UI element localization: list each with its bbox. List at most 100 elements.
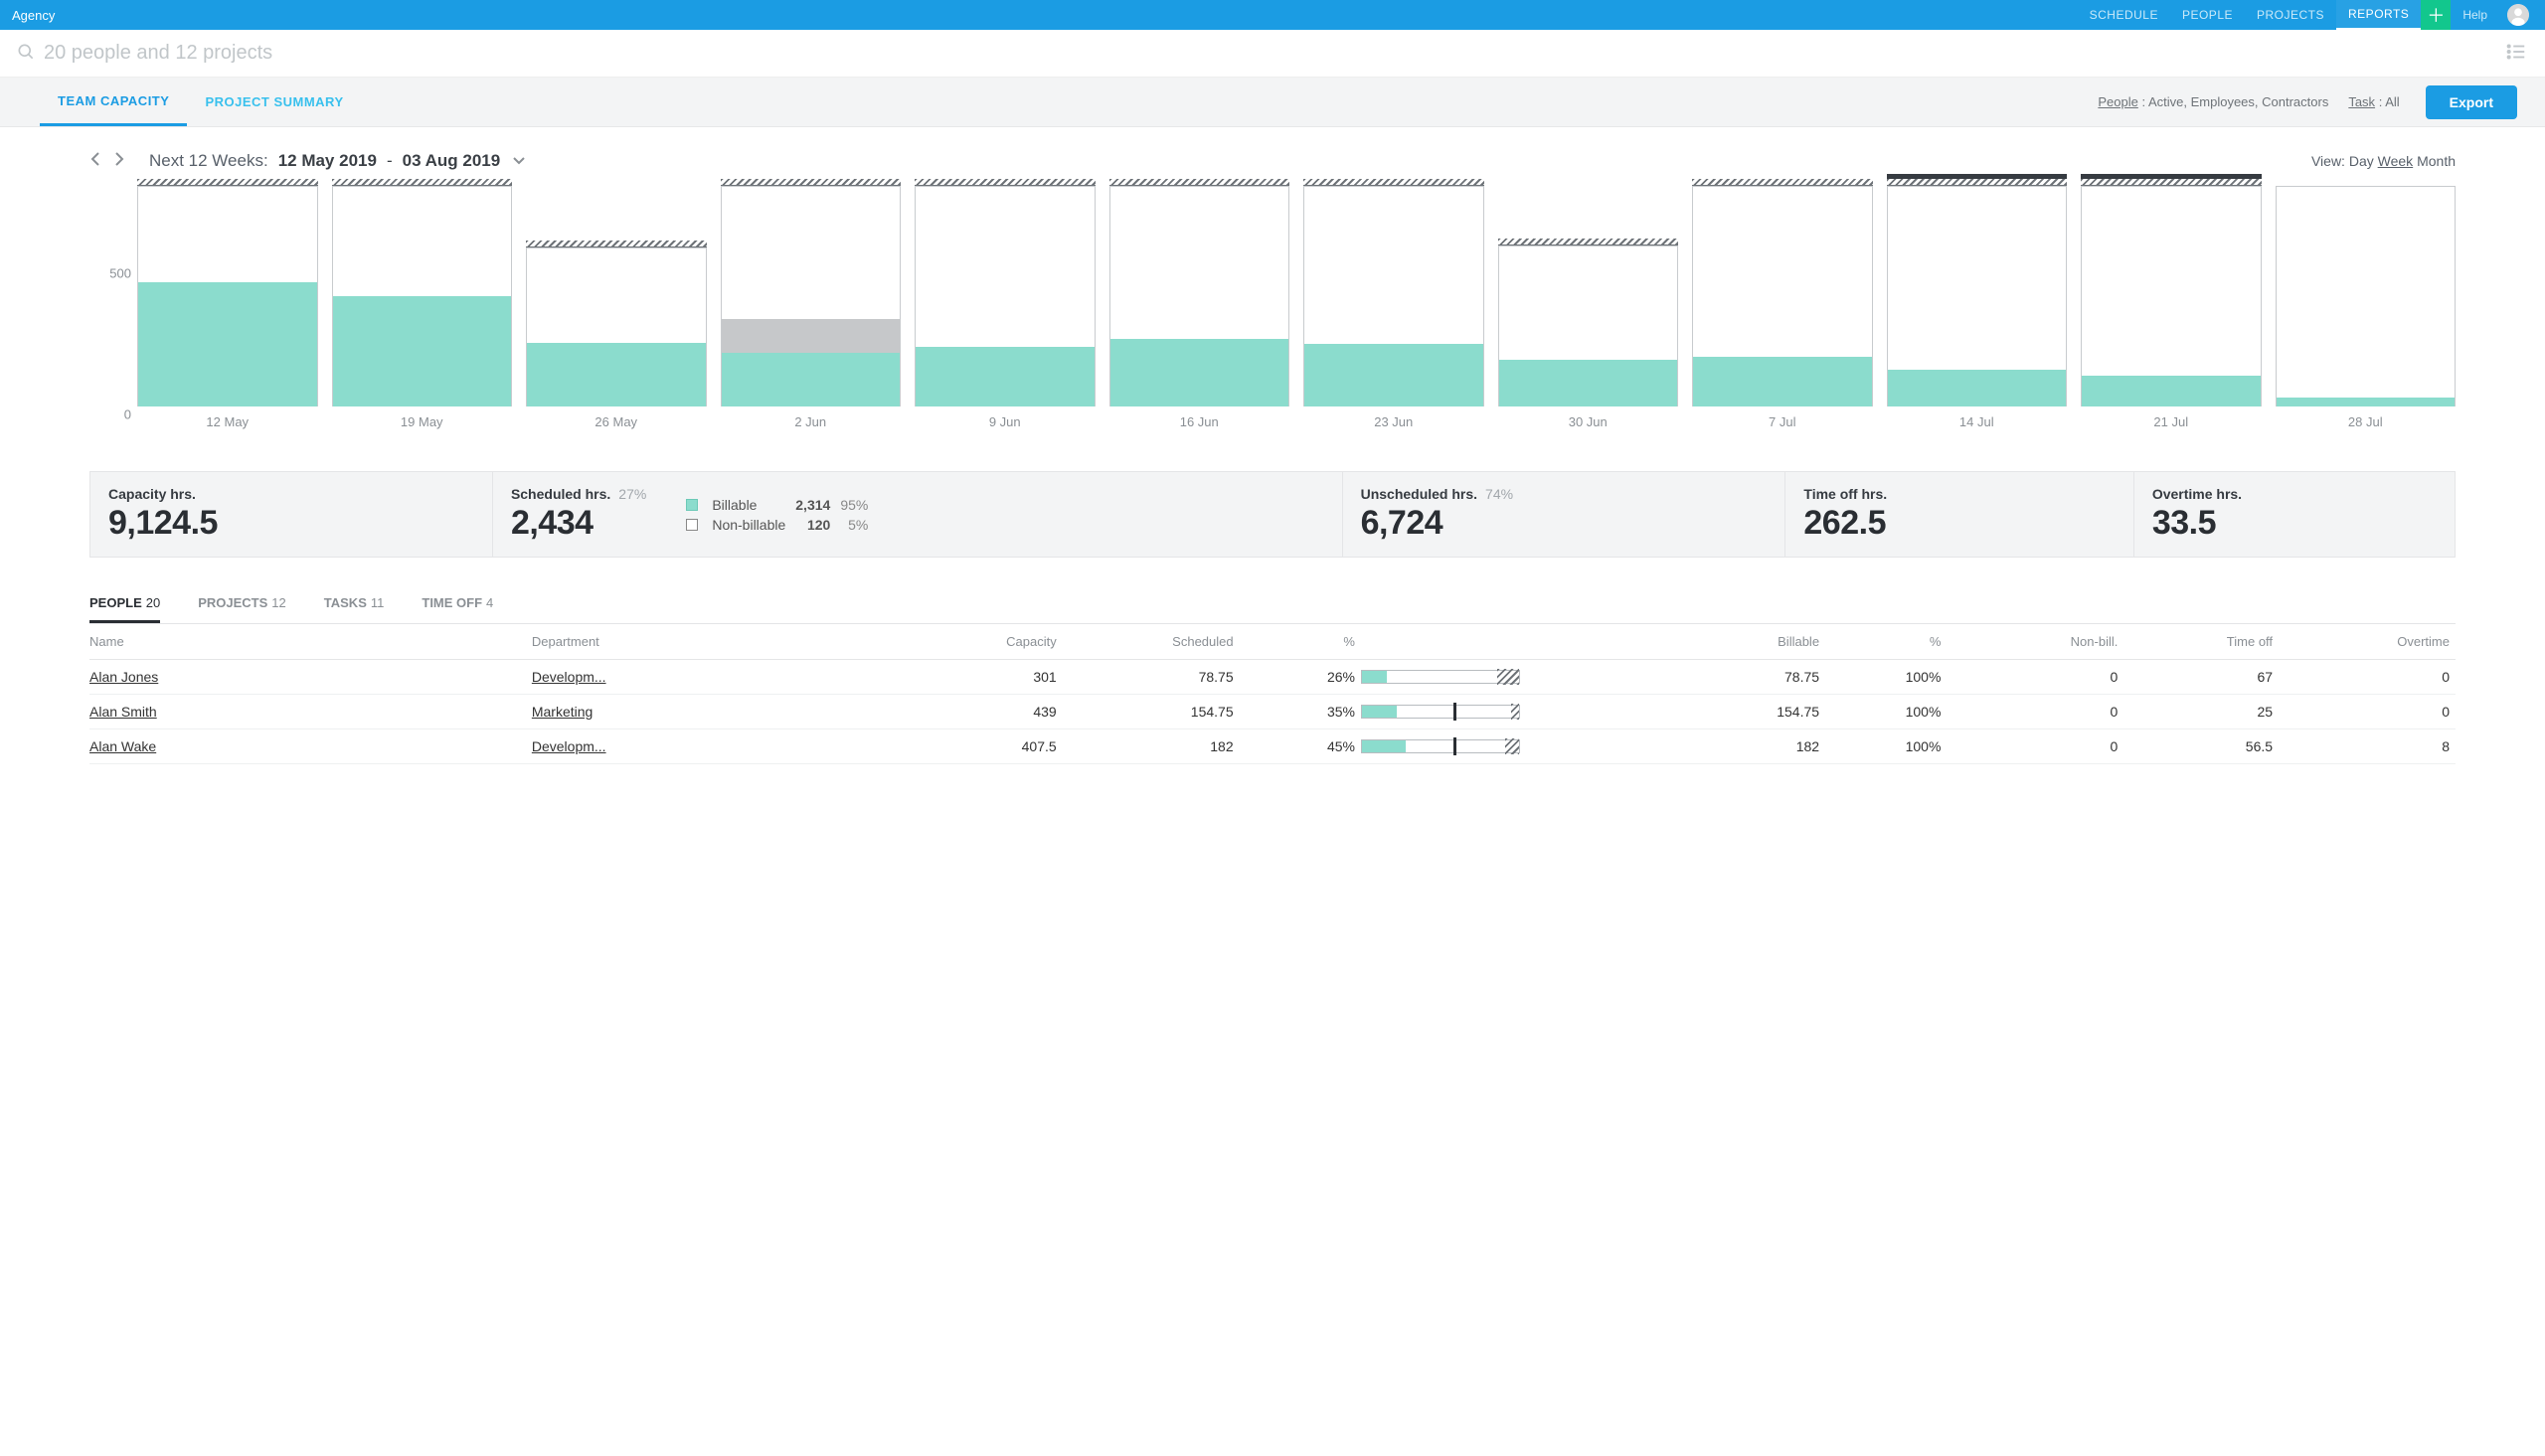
chart-bars: 12 May19 May26 May2 Jun9 Jun16 Jun23 Jun… <box>137 197 2456 449</box>
cell-capacity: 439 <box>886 704 1063 720</box>
filter-people-value: : Active, Employees, Contractors <box>2141 94 2328 109</box>
col-department: Department <box>532 634 886 649</box>
period-dropdown[interactable] <box>512 151 526 171</box>
legend-nonbillable-swatch <box>686 519 698 531</box>
chart-bar[interactable]: 21 Jul <box>2081 180 2262 429</box>
x-label: 19 May <box>332 414 513 429</box>
chart-y-axis: 0500 <box>89 197 137 429</box>
cell-scheduled: 182 <box>1063 738 1240 754</box>
department-link[interactable]: Developm... <box>532 669 886 685</box>
list-view-icon[interactable] <box>2505 41 2527 66</box>
card-scheduled-value: 2,434 <box>511 504 646 543</box>
cell-mini-chart <box>1361 739 1648 753</box>
x-label: 2 Jun <box>721 414 902 429</box>
tab-timeoff[interactable]: TIME OFF4 <box>422 585 493 623</box>
x-label: 23 Jun <box>1303 414 1484 429</box>
x-label: 30 Jun <box>1498 414 1679 429</box>
view-switch: View: Day Week Month <box>2311 153 2456 169</box>
view-week[interactable]: Week <box>2378 153 2414 169</box>
chevron-down-icon <box>512 156 526 166</box>
person-name-link[interactable]: Alan Smith <box>89 704 532 720</box>
col-name: Name <box>89 634 532 649</box>
search-input[interactable] <box>44 42 2505 65</box>
cell-pct: 26% <box>1240 669 1361 685</box>
col-capacity: Capacity <box>886 634 1063 649</box>
card-scheduled-label: Scheduled hrs. <box>511 486 610 502</box>
chart-bar[interactable]: 16 Jun <box>1109 180 1290 429</box>
capacity-chart: 0500 12 May19 May26 May2 Jun9 Jun16 Jun2… <box>89 197 2456 449</box>
time-range-bar: Next 12 Weeks: 12 May 2019 - 03 Aug 2019… <box>89 151 2456 171</box>
subtab-bar: TEAM CAPACITY PROJECT SUMMARY People : A… <box>0 78 2545 127</box>
tab-projects[interactable]: PROJECTS12 <box>198 585 286 623</box>
card-overtime-label: Overtime hrs. <box>2152 486 2437 502</box>
legend-billable-swatch <box>686 499 698 511</box>
chart-bar[interactable]: 12 May <box>137 180 318 429</box>
card-unscheduled: Unscheduled hrs.74% 6,724 <box>1343 472 1786 557</box>
cell-scheduled: 154.75 <box>1063 704 1240 720</box>
nav-people[interactable]: PEOPLE <box>2170 0 2245 30</box>
filter-task[interactable]: Task : All <box>2348 94 2399 109</box>
summary-cards: Capacity hrs. 9,124.5 Scheduled hrs.27% … <box>89 471 2456 558</box>
nav-schedule[interactable]: SCHEDULE <box>2078 0 2170 30</box>
col-scheduled: Scheduled <box>1063 634 1240 649</box>
col-bpct: % <box>1825 634 1947 649</box>
chart-bar[interactable]: 30 Jun <box>1498 180 1679 429</box>
card-timeoff-value: 262.5 <box>1803 504 2115 543</box>
tab-tasks[interactable]: TASKS11 <box>324 585 385 623</box>
chart-bar[interactable]: 9 Jun <box>915 180 1096 429</box>
chart-bar[interactable]: 19 May <box>332 180 513 429</box>
legend-nonbillable-label: Non-billable <box>712 517 785 533</box>
nav-projects[interactable]: PROJECTS <box>2245 0 2336 30</box>
card-timeoff-label: Time off hrs. <box>1803 486 2115 502</box>
department-link[interactable]: Developm... <box>532 738 886 754</box>
table-header: Name Department Capacity Scheduled % Bil… <box>89 624 2456 660</box>
range-sep: - <box>387 151 393 171</box>
department-link[interactable]: Marketing <box>532 704 886 720</box>
cell-bpct: 100% <box>1825 738 1947 754</box>
legend-nonbillable-val: 120 <box>795 517 830 533</box>
card-overtime-value: 33.5 <box>2152 504 2437 543</box>
top-nav: Agency SCHEDULE PEOPLE PROJECTS REPORTS … <box>0 0 2545 30</box>
col-nonbill: Non-bill. <box>1947 634 2123 649</box>
nav-reports[interactable]: REPORTS <box>2336 0 2421 30</box>
filter-people[interactable]: People : Active, Employees, Contractors <box>2098 94 2328 109</box>
cell-nonbill: 0 <box>1947 738 2123 754</box>
subtab-project-summary[interactable]: PROJECT SUMMARY <box>187 78 361 126</box>
cell-nonbill: 0 <box>1947 704 2123 720</box>
view-label: View: <box>2311 153 2345 169</box>
next-period-button[interactable] <box>113 151 125 171</box>
x-label: 7 Jul <box>1692 414 1873 429</box>
x-label: 16 Jun <box>1109 414 1290 429</box>
chart-bar[interactable]: 2 Jun <box>721 180 902 429</box>
card-unscheduled-pct: 74% <box>1485 486 1513 502</box>
chart-bar[interactable]: 28 Jul <box>2276 180 2457 429</box>
chart-bar[interactable]: 7 Jul <box>1692 180 1873 429</box>
card-scheduled-pct: 27% <box>618 486 646 502</box>
chart-bar[interactable]: 26 May <box>526 180 707 429</box>
card-capacity-label: Capacity hrs. <box>108 486 474 502</box>
person-name-link[interactable]: Alan Wake <box>89 738 532 754</box>
card-unscheduled-value: 6,724 <box>1361 504 1768 543</box>
cell-capacity: 407.5 <box>886 738 1063 754</box>
card-scheduled: Scheduled hrs. 27% 2,434 Billable 2,314 9… <box>493 472 1343 557</box>
view-day[interactable]: Day <box>2349 153 2374 169</box>
chart-bar[interactable]: 14 Jul <box>1887 180 2068 429</box>
cell-overtime: 8 <box>2279 738 2456 754</box>
add-button[interactable]: ＋ <box>2421 0 2451 30</box>
table-row: Alan SmithMarketing439154.7535%154.75100… <box>89 695 2456 729</box>
view-month[interactable]: Month <box>2417 153 2456 169</box>
subtab-team-capacity[interactable]: TEAM CAPACITY <box>40 78 187 126</box>
chart-bar[interactable]: 23 Jun <box>1303 180 1484 429</box>
cell-pct: 35% <box>1240 704 1361 720</box>
scheduled-legend: Billable 2,314 95% Non-billable 120 5% <box>686 497 868 533</box>
x-label: 28 Jul <box>2276 414 2457 429</box>
nav-help[interactable]: Help <box>2451 8 2499 22</box>
prev-period-button[interactable] <box>89 151 101 171</box>
tab-people[interactable]: PEOPLE20 <box>89 585 160 623</box>
x-label: 9 Jun <box>915 414 1096 429</box>
export-button[interactable]: Export <box>2426 85 2517 119</box>
search-icon <box>16 42 36 65</box>
avatar[interactable] <box>2507 4 2529 26</box>
person-name-link[interactable]: Alan Jones <box>89 669 532 685</box>
table-row: Alan JonesDevelopm...30178.7526%78.75100… <box>89 660 2456 695</box>
